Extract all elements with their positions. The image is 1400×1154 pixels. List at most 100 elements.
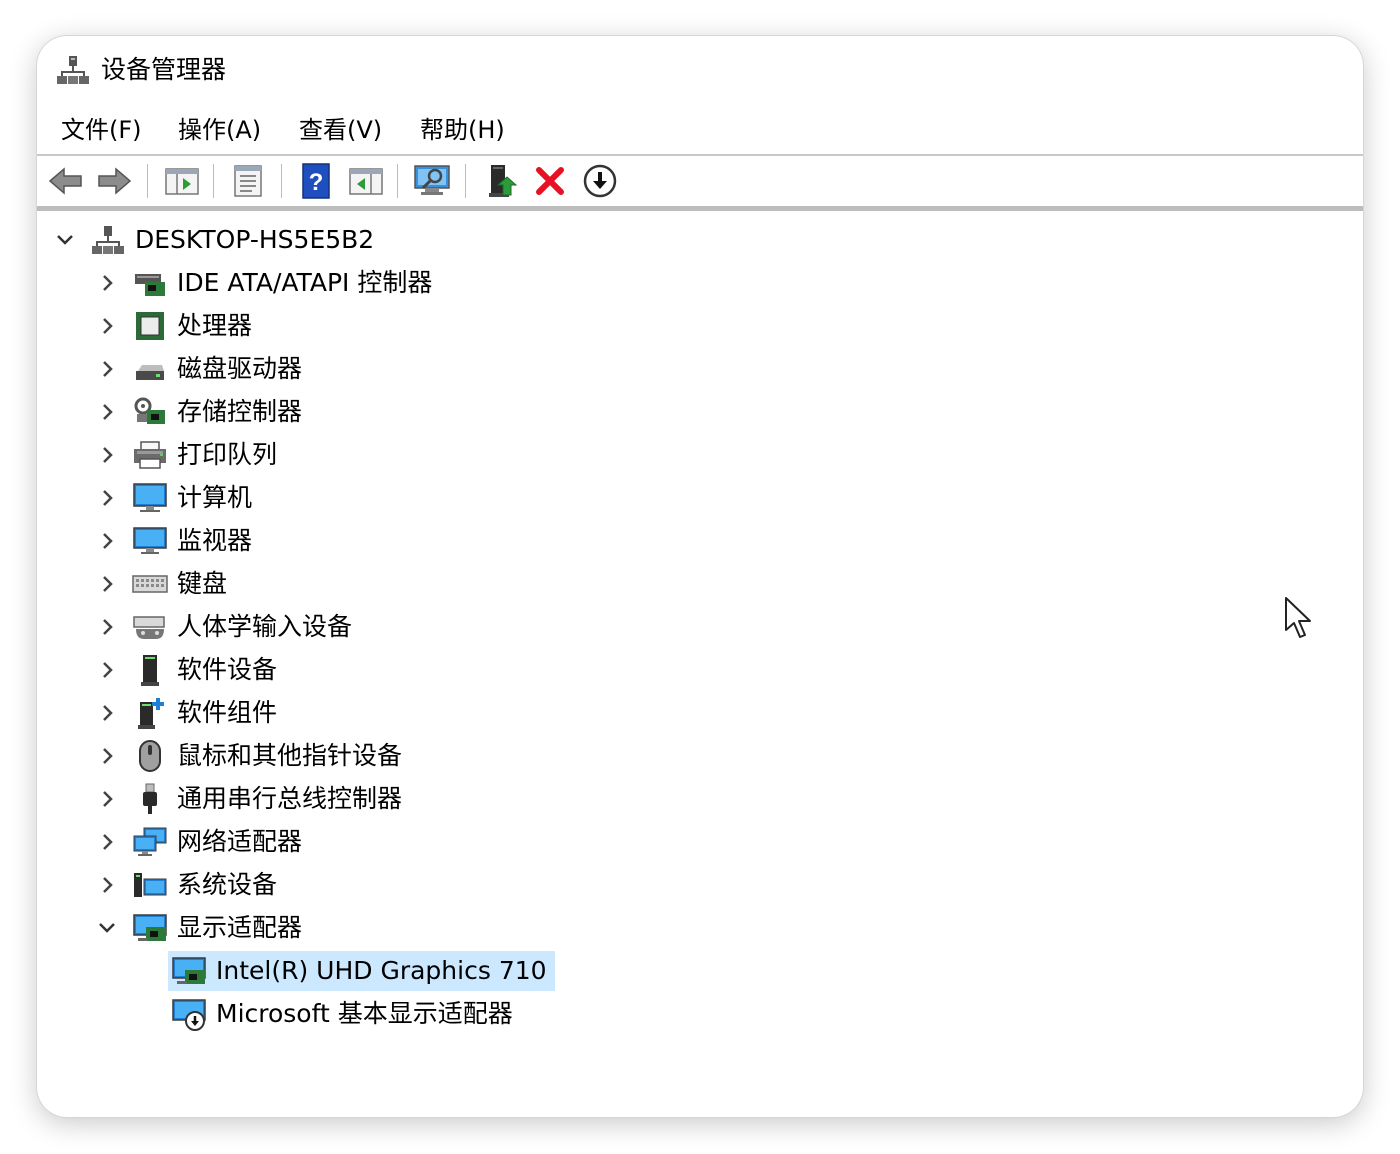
tree-item-label: 监视器 <box>177 526 253 555</box>
ide-controller-icon <box>131 264 169 302</box>
tree-item-label: Intel(R) UHD Graphics 710 <box>216 956 547 985</box>
tree-item-label: 通用串行总线控制器 <box>177 784 403 813</box>
tree-root[interactable]: DESKTOP-HS5E5B2 <box>53 220 374 260</box>
tree-item-label: 鼠标和其他指针设备 <box>177 741 403 770</box>
chevron-down-icon[interactable] <box>53 228 77 252</box>
display-adapter-disabled-icon <box>170 995 208 1033</box>
software-device-icon <box>131 651 169 689</box>
tree-item-software-component[interactable]: 软件组件 <box>95 693 277 733</box>
tree-item-display-adapter[interactable]: 显示适配器 <box>95 908 302 948</box>
tree-item-ide[interactable]: IDE ATA/ATAPI 控制器 <box>95 263 432 303</box>
display-adapter-icon <box>170 952 208 990</box>
show-hide-console-tree-icon <box>165 168 199 195</box>
chevron-right-icon[interactable] <box>95 314 119 338</box>
svg-text:?: ? <box>309 169 324 196</box>
tree-item-label: 人体学输入设备 <box>177 612 353 641</box>
mouse-cursor-icon <box>1285 597 1311 638</box>
tree-item-label: 打印队列 <box>177 440 278 469</box>
chevron-right-icon[interactable] <box>95 830 119 854</box>
toolbar-separator <box>465 164 466 198</box>
scan-hardware-button[interactable] <box>413 162 451 200</box>
back-arrow-icon <box>48 167 82 195</box>
tree-item-keyboard[interactable]: 键盘 <box>95 564 227 604</box>
forward-arrow-icon <box>98 167 132 195</box>
chevron-right-icon[interactable] <box>95 873 119 897</box>
scan-hardware-icon <box>414 165 450 195</box>
monitor-icon <box>131 522 169 560</box>
disable-device-icon <box>583 164 617 198</box>
tree-item-mouse[interactable]: 鼠标和其他指针设备 <box>95 736 402 776</box>
tree-item-label: 显示适配器 <box>177 913 303 942</box>
tree-item-system-device[interactable]: 系统设备 <box>95 865 277 905</box>
tree-item-disk-drive[interactable]: 磁盘驱动器 <box>95 349 302 389</box>
window-title: 设备管理器 <box>101 55 227 84</box>
tree-item-label: IDE ATA/ATAPI 控制器 <box>177 268 433 297</box>
menu-action[interactable]: 操作(A) <box>174 110 265 150</box>
menu-help[interactable]: 帮助(H) <box>416 110 509 150</box>
tree-root-label: DESKTOP-HS5E5B2 <box>135 225 375 254</box>
tree-item-intel-graphics[interactable]: Intel(R) UHD Graphics 710 <box>168 951 555 991</box>
action-pane-button[interactable] <box>347 162 385 200</box>
tree-item-label: 处理器 <box>177 311 253 340</box>
help-button[interactable]: ? <box>297 162 335 200</box>
tree-item-hid[interactable]: 人体学输入设备 <box>95 607 352 647</box>
toolbar: ? <box>37 154 1363 211</box>
chevron-right-icon[interactable] <box>95 572 119 596</box>
chevron-right-icon[interactable] <box>95 486 119 510</box>
disk-drive-icon <box>131 350 169 388</box>
chevron-right-icon[interactable] <box>95 658 119 682</box>
help-icon: ? <box>302 163 330 199</box>
menu-view[interactable]: 查看(V) <box>295 110 386 150</box>
disable-device-button[interactable] <box>581 162 619 200</box>
update-driver-button[interactable] <box>483 162 521 200</box>
hid-icon <box>131 608 169 646</box>
forward-button[interactable] <box>95 162 133 200</box>
device-manager-icon <box>57 56 89 84</box>
tree-item-print-queue[interactable]: 打印队列 <box>95 435 277 475</box>
display-adapter-icon <box>131 909 169 947</box>
chevron-right-icon[interactable] <box>95 443 119 467</box>
menu-bar: 文件(F) 操作(A) 查看(V) 帮助(H) <box>37 110 1363 154</box>
software-component-icon <box>131 694 169 732</box>
properties-button[interactable] <box>229 162 267 200</box>
device-tree[interactable]: DESKTOP-HS5E5B2 IDE ATA/ATAPI 控制器 处理器 磁盘… <box>37 212 1363 1117</box>
tree-item-microsoft-basic-display[interactable]: Microsoft 基本显示适配器 <box>168 994 513 1034</box>
tree-item-label: 存储控制器 <box>177 397 303 426</box>
toolbar-separator <box>397 164 398 198</box>
show-hide-console-tree-button[interactable] <box>163 162 201 200</box>
chevron-right-icon[interactable] <box>95 529 119 553</box>
tree-item-monitor[interactable]: 监视器 <box>95 521 252 561</box>
tree-item-software-device[interactable]: 软件设备 <box>95 650 277 690</box>
computer-icon <box>131 479 169 517</box>
back-button[interactable] <box>47 162 85 200</box>
action-pane-icon <box>349 168 383 195</box>
network-adapter-icon <box>131 823 169 861</box>
tree-item-label: 磁盘驱动器 <box>177 354 303 383</box>
chevron-right-icon[interactable] <box>95 744 119 768</box>
tree-item-network-adapter[interactable]: 网络适配器 <box>95 822 302 862</box>
toolbar-separator <box>281 164 282 198</box>
chevron-right-icon[interactable] <box>95 787 119 811</box>
chevron-down-icon[interactable] <box>95 916 119 940</box>
device-manager-window: 设备管理器 文件(F) 操作(A) 查看(V) 帮助(H) ? DESKTOP-… <box>37 36 1363 1117</box>
properties-icon <box>234 165 262 197</box>
tree-item-computer[interactable]: 计算机 <box>95 478 252 518</box>
storage-controller-icon <box>131 393 169 431</box>
printer-icon <box>131 436 169 474</box>
chevron-right-icon[interactable] <box>95 701 119 725</box>
menu-file[interactable]: 文件(F) <box>57 110 146 150</box>
title-bar: 设备管理器 <box>37 36 1363 106</box>
tree-item-label: 软件设备 <box>177 655 278 684</box>
uninstall-device-icon <box>536 167 564 195</box>
update-driver-icon <box>489 165 518 197</box>
tree-item-usb[interactable]: 通用串行总线控制器 <box>95 779 402 819</box>
chevron-right-icon[interactable] <box>95 400 119 424</box>
uninstall-device-button[interactable] <box>531 162 569 200</box>
system-device-icon <box>131 866 169 904</box>
keyboard-icon <box>131 565 169 603</box>
tree-item-storage-controller[interactable]: 存储控制器 <box>95 392 302 432</box>
chevron-right-icon[interactable] <box>95 271 119 295</box>
tree-item-processor[interactable]: 处理器 <box>95 306 252 346</box>
chevron-right-icon[interactable] <box>95 615 119 639</box>
chevron-right-icon[interactable] <box>95 357 119 381</box>
